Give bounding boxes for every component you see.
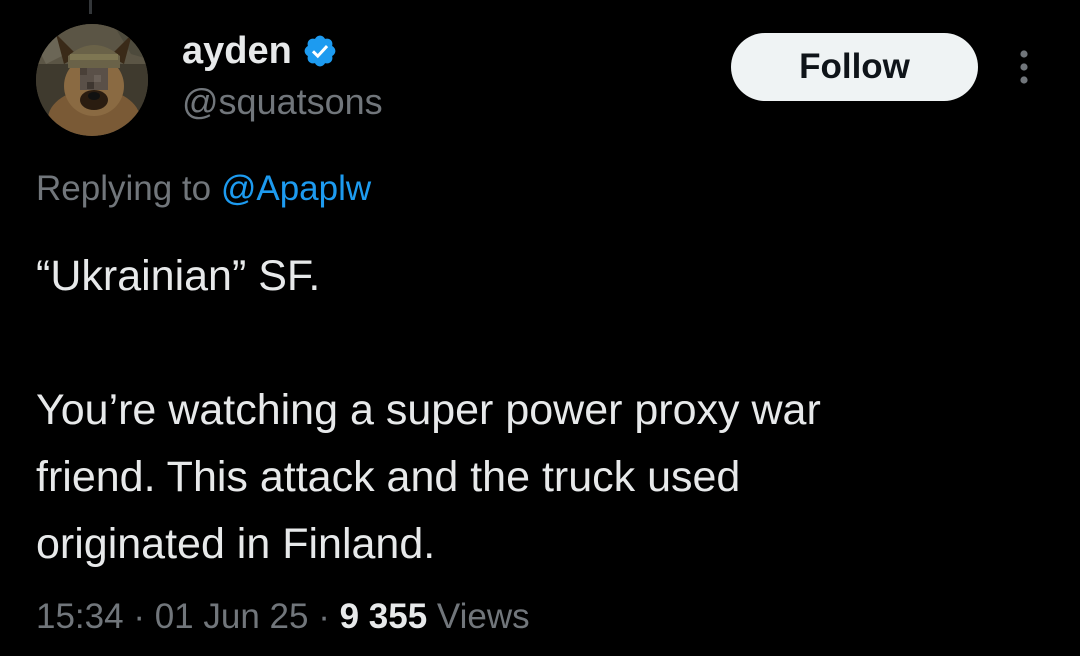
- views-count: 9 355: [339, 597, 428, 636]
- vertical-ellipsis-icon: [1020, 50, 1028, 84]
- tweet-text-line: friend. This attack and the truck used: [36, 453, 741, 501]
- reply-mention-link[interactable]: @Apaplw: [221, 169, 371, 208]
- tweet-meta-row: 15:34 · 01 Jun 25 · 9 355 Views: [36, 594, 530, 640]
- replying-to-label: Replying to: [36, 169, 212, 208]
- tweet-text: “Ukrainian” SF. You’re watching a super …: [36, 243, 1046, 578]
- meta-separator: ·: [133, 597, 145, 636]
- tweet-date[interactable]: 01 Jun 25: [155, 597, 309, 636]
- author-name-row: ayden: [182, 28, 338, 74]
- more-options-button[interactable]: [1004, 44, 1044, 90]
- views-label: Views: [436, 597, 530, 636]
- replying-to-line: Replying to @Apaplw: [36, 166, 371, 212]
- dog-avatar-icon: [36, 24, 148, 136]
- verified-badge-icon: [304, 35, 336, 67]
- follow-button[interactable]: Follow: [731, 33, 978, 101]
- meta-separator: ·: [318, 597, 330, 636]
- thread-connector-line: [89, 0, 92, 14]
- tweet-time[interactable]: 15:34: [36, 597, 124, 636]
- tweet-text-line: originated in Finland.: [36, 520, 436, 568]
- display-name[interactable]: ayden: [182, 28, 292, 74]
- avatar[interactable]: [36, 24, 148, 136]
- tweet-text-line: “Ukrainian” SF.: [36, 252, 321, 300]
- tweet-text-line: You’re watching a super power proxy war: [36, 386, 821, 434]
- author-handle[interactable]: @squatsons: [182, 80, 383, 124]
